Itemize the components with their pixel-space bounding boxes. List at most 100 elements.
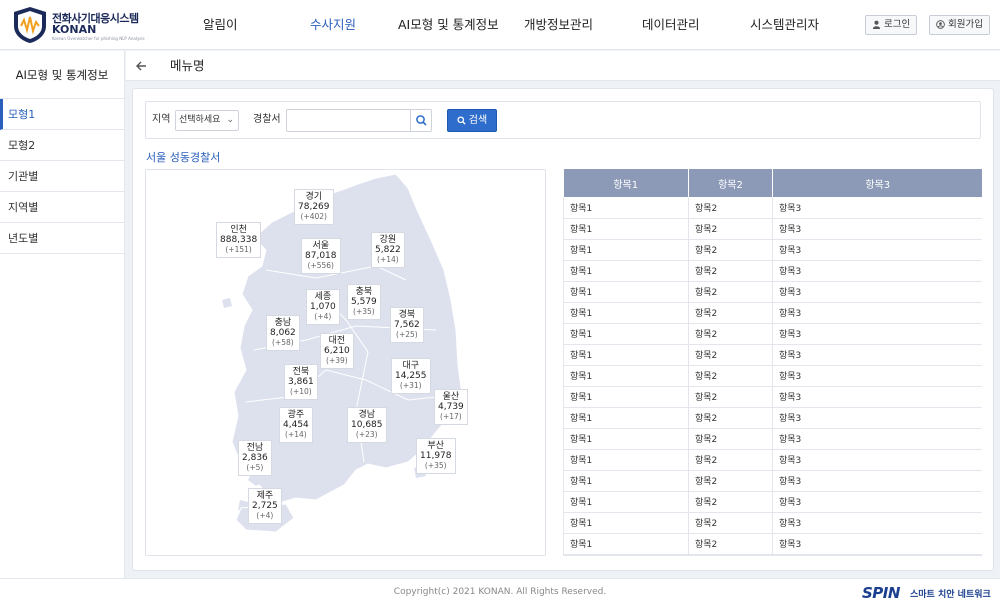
korea-map: 경기 78,269 (+402) 인천 888,338 (+151) 서울 87,018(… (145, 169, 546, 556)
table-cell: 항목3 (772, 554, 982, 555)
column-header-item3[interactable]: 항목3 (772, 169, 982, 197)
table-row[interactable]: 항목1항목2항목3 (563, 197, 982, 219)
search-button-label: 검색 (468, 115, 488, 126)
map-label-jeju[interactable]: 제주 2,725 (+4) (248, 488, 282, 524)
map-label-chungbuk[interactable]: 충북 5,579 (+35) (347, 284, 381, 320)
login-button[interactable]: 로그인 (865, 15, 918, 35)
table-row[interactable]: 항목1항목2항목3 (563, 218, 982, 240)
nav-alert[interactable]: 알림이 (203, 0, 238, 50)
table-row[interactable]: 항목1항목2항목3 (563, 533, 982, 555)
sidebar-item-by-year[interactable]: 년도별 (0, 223, 124, 254)
nav-system-admin[interactable]: 시스템관리자 (750, 0, 819, 50)
table-row[interactable]: 항목1항목2항목3 (563, 407, 982, 429)
logo-tagline: Korean Overwatcher for phishing NLP Anal… (52, 36, 145, 41)
table-cell: 항목3 (772, 260, 982, 282)
map-label-gangwon[interactable]: 강원 5,822 (+14) (371, 232, 405, 268)
table-cell: 항목3 (772, 197, 982, 219)
table-row[interactable]: 항목1항목2항목3 (563, 470, 982, 492)
station-label: 경찰서 (253, 114, 281, 125)
page-title-bar: 메뉴명 (126, 51, 1000, 81)
table-cell: 항목1 (563, 449, 689, 471)
table-cell: 항목2 (688, 302, 773, 324)
table-cell: 항목3 (772, 218, 982, 240)
table-cell: 항목3 (772, 281, 982, 303)
table-row[interactable]: 항목1항목2항목3 (563, 491, 982, 513)
table-cell: 항목3 (772, 407, 982, 429)
arrow-left-icon[interactable] (134, 59, 148, 73)
copyright-text: Copyright(c) 2021 KONAN. All Rights Rese… (393, 587, 607, 597)
map-label-gyeonggi[interactable]: 경기 78,269 (+402) (294, 189, 334, 225)
table-row[interactable]: 항목1항목2항목3 (563, 512, 982, 534)
table-row[interactable]: 항목1항목2항목3 (563, 239, 982, 261)
table-cell: 항목1 (563, 554, 689, 555)
map-label-gwangju[interactable]: 광주 4,454 (+14) (279, 407, 313, 443)
map-label-ulsan[interactable]: 울산 4,739 (+17) (434, 389, 468, 425)
logo[interactable]: 전화사기대응시스템 KONAN Korean Overwatcher for p… (12, 6, 145, 44)
nav-ai-stats[interactable]: AI모형 및 통계정보 (398, 0, 499, 50)
table-cell: 항목2 (688, 197, 773, 219)
table-cell: 항목3 (772, 302, 982, 324)
map-label-sejong[interactable]: 세종 1,070 (+4) (306, 289, 340, 325)
sidebar-item-by-agency[interactable]: 기관별 (0, 161, 124, 192)
table-cell: 항목2 (688, 491, 773, 513)
region-label: 지역 (152, 114, 171, 125)
table-row[interactable]: 항목1항목2항목3 (563, 281, 982, 303)
nav-open-info[interactable]: 개방정보관리 (524, 0, 593, 50)
region-select[interactable]: 선택하세요 ⌄ (175, 110, 239, 131)
column-header-item2[interactable]: 항목2 (688, 169, 773, 197)
table-cell: 항목1 (563, 365, 689, 387)
map-label-gyeongbuk[interactable]: 경북 7,562 (+25) (390, 307, 424, 343)
table-row[interactable]: 항목1항목2항목3 (563, 386, 982, 408)
table-cell: 항목3 (772, 470, 982, 492)
sidebar-item-model2[interactable]: 모형2 (0, 130, 124, 161)
table-cell: 항목2 (688, 428, 773, 450)
table-row[interactable]: 항목1항목2항목3 (563, 428, 982, 450)
map-label-seoul[interactable]: 서울 87,018 (+556) (301, 238, 341, 274)
sidebar: AI모형 및 통계정보 모형1 모형2 기관별 지역별 년도별 (0, 51, 125, 578)
table-row[interactable]: 항목1항목2항목3 (563, 323, 982, 345)
column-header-item1[interactable]: 항목1 (563, 169, 689, 197)
map-label-jeonnam[interactable]: 전남 2,836 (+5) (238, 440, 272, 476)
station-search-button[interactable] (410, 110, 431, 131)
table-row[interactable]: 항목1항목2항목3 (563, 260, 982, 282)
map-label-gyeongnam[interactable]: 경남 10,685 (+23) (347, 407, 387, 443)
data-table-grid: 항목1 항목2 항목3 항목1 항목2 항목3 항목1 항목2 항목3 항목1 항목2 항목3 항… (563, 169, 982, 555)
table-cell: 항목1 (563, 533, 689, 555)
table-cell: 항목1 (563, 470, 689, 492)
map-label-chungnam[interactable]: 충남 8,062 (+58) (266, 315, 300, 351)
map-label-incheon[interactable]: 인천 888,338 (+151) (216, 222, 262, 258)
nav-data-management[interactable]: 데이터관리 (642, 0, 700, 50)
signup-button[interactable]: 회원가입 (929, 15, 990, 35)
table-cell: 항목2 (688, 512, 773, 534)
sidebar-item-model1[interactable]: 모형1 (0, 99, 124, 130)
content-card: 지역 선택하세요 ⌄ 경찰서 검색 서울 성동경찰서 경기 78,269 (+4… (132, 88, 994, 571)
table-row[interactable]: 항목1항목2항목3 (563, 365, 982, 387)
table-row[interactable]: 항목1항목2항목3 (563, 344, 982, 366)
table-cell: 항목3 (772, 491, 982, 513)
table-cell: 항목3 (772, 386, 982, 408)
table-row[interactable]: 항목1항목2항목3 (563, 554, 982, 555)
map-label-daegu[interactable]: 대구 14,255 (+31) (391, 358, 431, 394)
section-title: 서울 성동경찰서 (146, 151, 221, 164)
table-cell: 항목3 (772, 512, 982, 534)
table-row[interactable]: 항목1항목2항목3 (563, 302, 982, 324)
map-label-busan[interactable]: 부산 11,978 (+35) (416, 438, 456, 474)
map-label-daejeon[interactable]: 대전 6,210 (+39) (320, 333, 354, 369)
table-cell: 항목2 (688, 281, 773, 303)
user-circle-icon (936, 20, 945, 29)
table-cell: 항목3 (772, 428, 982, 450)
table-row[interactable]: 항목1항목2항목3 (563, 449, 982, 471)
nav-investigation-support[interactable]: 수사지원 (310, 0, 356, 50)
search-button[interactable]: 검색 (447, 109, 497, 132)
sidebar-item-by-region[interactable]: 지역별 (0, 192, 124, 223)
table-cell: 항목2 (688, 239, 773, 261)
brand-subtitle: 스마트 치안 네트워크 (910, 590, 991, 600)
table-cell: 항목1 (563, 281, 689, 303)
table-cell: 항목2 (688, 365, 773, 387)
table-cell: 항목2 (688, 386, 773, 408)
logo-name: KONAN (52, 23, 97, 36)
map-label-jeonbuk[interactable]: 전북 3,861 (+10) (284, 364, 318, 400)
search-filter: 지역 선택하세요 ⌄ 경찰서 검색 (145, 101, 981, 139)
table-cell: 항목2 (688, 533, 773, 555)
header: 전화사기대응시스템 KONAN Korean Overwatcher for p… (0, 0, 1000, 50)
